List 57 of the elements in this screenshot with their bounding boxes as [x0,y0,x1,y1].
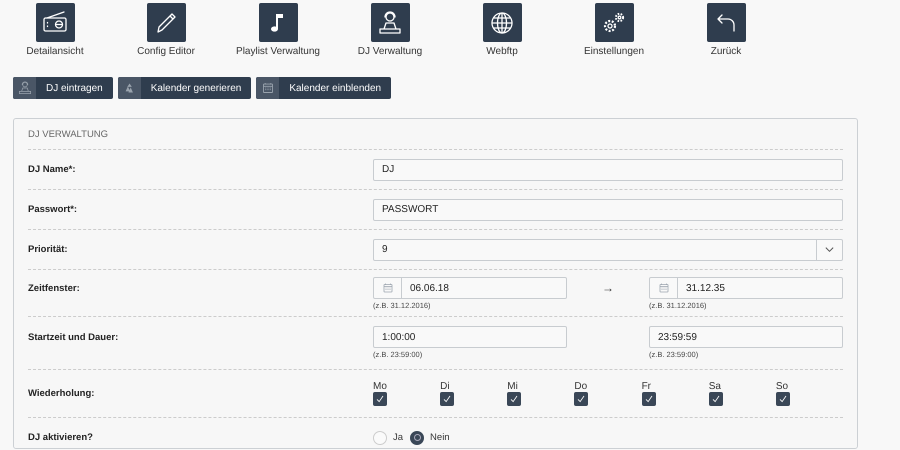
nav-link[interactable]: Config Editor [137,46,195,57]
field-label: Startzeit und Dauer: [28,331,120,343]
nav-tile-button[interactable] [594,3,634,42]
check-icon [508,393,520,405]
radio-label: Ja [393,432,404,443]
input-field[interactable]: DJ [373,158,843,180]
nav-link[interactable]: Detailansicht [26,46,84,57]
radio-button[interactable] [410,430,424,444]
nav-link[interactable]: Zurück [710,46,742,57]
input-field[interactable]: PASSWORT [373,198,843,220]
checkbox[interactable] [373,392,387,406]
nav-tile-button[interactable] [482,3,522,42]
day-label: Do [574,381,588,392]
nav-tile-button[interactable] [706,3,746,42]
panel-title: DJ VERWALTUNG [28,119,843,150]
day-label: Sa [708,381,721,392]
nav-tile-button[interactable] [370,3,410,42]
checkbox[interactable] [642,392,656,406]
field-label: Wiederholung: [28,388,96,399]
input-field[interactable]: 23:59:59 [649,326,843,348]
input-field[interactable]: 06.06.18 [373,277,567,299]
nav-tile-button[interactable] [258,3,298,42]
check-icon [642,393,655,405]
field-label: DJ aktivieren? [28,432,94,443]
radio-label: Nein [430,432,450,443]
field-label: Priorität: [28,244,69,255]
check-icon [374,393,386,405]
dropdown[interactable]: 9 [373,238,843,260]
nav-link[interactable]: Playlist Verwaltung [236,46,320,57]
day-label: Mi [507,381,518,392]
day-label: Di [440,381,450,392]
check-icon [776,393,789,405]
nav-link[interactable]: DJ Verwaltung [358,46,422,57]
check-icon [710,393,722,405]
input-field[interactable]: 31.12.35 [649,277,843,299]
checkbox[interactable] [574,392,588,406]
nav-tile-button[interactable] [146,3,186,42]
nav-tile-button[interactable] [36,3,74,42]
nav-link[interactable]: Einstellungen [584,46,644,57]
checkbox[interactable] [776,392,790,406]
checkbox[interactable] [708,392,723,406]
input-field[interactable]: 1:00:00 [373,326,567,348]
checkbox[interactable] [440,392,454,406]
nav-link[interactable]: Webftp [486,46,518,57]
field-label: DJ Name*: [28,164,77,175]
action-button[interactable]: DJ eintragen [13,77,113,99]
field-label: Passwort*: [28,204,78,215]
day-label: So [776,381,788,392]
day-label: Fr [642,381,652,392]
field-label: Zeitfenster: [28,282,81,294]
day-label: Mo [373,381,387,392]
action-button[interactable]: Kalender einblenden [256,77,392,99]
arrow-icon: → [602,281,614,295]
checkbox[interactable] [507,392,522,406]
action-button[interactable]: Kalender generieren [118,77,252,99]
check-icon [441,393,454,405]
check-icon [575,393,588,405]
